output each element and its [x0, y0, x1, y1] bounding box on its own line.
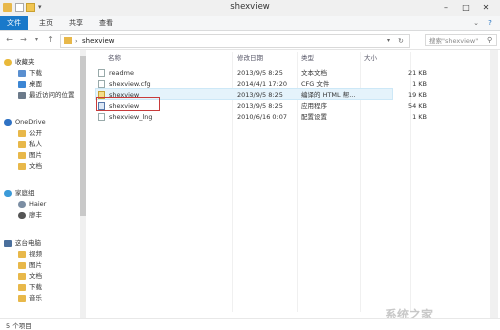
highlight-box [96, 97, 160, 111]
tab-file[interactable]: 文件 [0, 16, 28, 30]
music-folder-icon [18, 294, 26, 302]
documents-folder-icon [18, 272, 26, 280]
column-header-date[interactable]: 修改日期 [237, 52, 263, 64]
homegroup-icon [4, 189, 12, 197]
tab-share[interactable]: 共享 [64, 16, 88, 30]
sidebar-item-label: Haier [29, 200, 47, 208]
folder-icon [18, 162, 26, 170]
sidebar-group-label: OneDrive [15, 118, 46, 126]
sidebar-item-label: 桌面 [29, 80, 42, 88]
breadcrumb[interactable]: shexview [82, 35, 115, 47]
text-file-icon [98, 69, 105, 77]
sidebar-group-homegroup[interactable]: 家庭组 [4, 188, 80, 199]
window-title: shexview [230, 2, 270, 12]
column-header-size[interactable]: 大小 [364, 52, 377, 64]
refresh-icon[interactable]: ↻ [398, 35, 404, 47]
cloud-icon [4, 118, 12, 126]
file-type: 配置设置 [301, 113, 327, 121]
folder-icon [64, 37, 72, 44]
tab-home[interactable]: 主页 [34, 16, 58, 30]
pictures-folder-icon [18, 261, 26, 269]
sidebar-group-this-pc[interactable]: 这台电脑 [4, 238, 80, 249]
sidebar-item-label: 视频 [29, 250, 42, 258]
file-date: 2010/6/16 0:07 [237, 113, 287, 121]
folder-icon [18, 140, 26, 148]
help-icon[interactable]: ? [484, 16, 496, 30]
back-arrow-icon[interactable]: ← [4, 34, 15, 45]
maximize-button[interactable]: □ [458, 2, 474, 14]
file-row[interactable]: shexview_lng 2010/6/16 0:07 配置设置 1 KB [92, 111, 484, 123]
address-dropdown-icon[interactable]: ▾ [387, 35, 390, 47]
search-icon[interactable]: ⚲ [487, 34, 492, 46]
file-list-scrollbar[interactable] [490, 50, 498, 318]
column-header-name[interactable]: 名称 [108, 52, 121, 64]
sidebar-item-label: 图片 [29, 261, 42, 269]
sidebar-item-label: 文档 [29, 272, 42, 280]
ribbon-tabs: 文件 主页 共享 查看 ⌄ ? [0, 16, 500, 31]
recent-chevron-icon[interactable]: ▾ [31, 34, 42, 45]
computer-icon [4, 239, 12, 247]
status-bar: 5 个项目 [0, 318, 500, 330]
download-icon [18, 69, 26, 77]
close-button[interactable]: ✕ [478, 2, 494, 14]
config-file-icon [98, 80, 105, 88]
forward-arrow-icon[interactable]: → [18, 34, 29, 45]
sidebar-item-label: 音乐 [29, 294, 42, 302]
sidebar-item-label: 最近访问的位置 [29, 91, 75, 99]
sidebar-group-onedrive[interactable]: OneDrive [4, 117, 80, 128]
settings-file-icon [98, 113, 105, 121]
sidebar-scroll-thumb[interactable] [80, 56, 86, 216]
sidebar-item-label: 图片 [29, 151, 42, 159]
file-name: shexview_lng [109, 113, 153, 121]
user-icon [18, 211, 26, 219]
sidebar-item-label: 私人 [29, 140, 42, 148]
file-size: 1 KB [412, 113, 427, 121]
sidebar-group-label: 这台电脑 [15, 239, 41, 247]
column-header-type[interactable]: 类型 [301, 52, 314, 64]
sidebar-item-label: 公开 [29, 129, 42, 137]
up-arrow-icon[interactable]: ↑ [45, 34, 56, 45]
sidebar-item-label: 文档 [29, 162, 42, 170]
sidebar-group-favorites[interactable]: 收藏夹 [4, 57, 80, 68]
downloads-folder-icon [18, 283, 26, 291]
tab-view[interactable]: 查看 [94, 16, 118, 30]
sidebar-group-label: 家庭组 [15, 189, 35, 197]
minimize-button[interactable]: – [438, 2, 454, 14]
sidebar-item-label: 廖丰 [29, 211, 42, 219]
title-bar: ▾ shexview – □ ✕ [0, 0, 500, 17]
sidebar-item-label: 下载 [29, 283, 42, 291]
desktop-icon [18, 80, 26, 88]
folder-icon [18, 129, 26, 137]
folder-icon [18, 151, 26, 159]
navigation-bar: ← → ▾ ↑ › shexview ▾ ↻ 搜索"shexview" ⚲ [0, 31, 500, 50]
recent-places-icon [18, 91, 26, 99]
user-icon [18, 200, 26, 208]
breadcrumb-separator-icon: › [75, 37, 78, 45]
address-bar[interactable]: › shexview ▾ ↻ [60, 34, 410, 48]
star-icon [4, 58, 12, 66]
sidebar-item-label: 下载 [29, 69, 42, 77]
expand-ribbon-icon[interactable]: ⌄ [470, 16, 482, 30]
video-folder-icon [18, 250, 26, 258]
sidebar-group-label: 收藏夹 [15, 58, 35, 66]
